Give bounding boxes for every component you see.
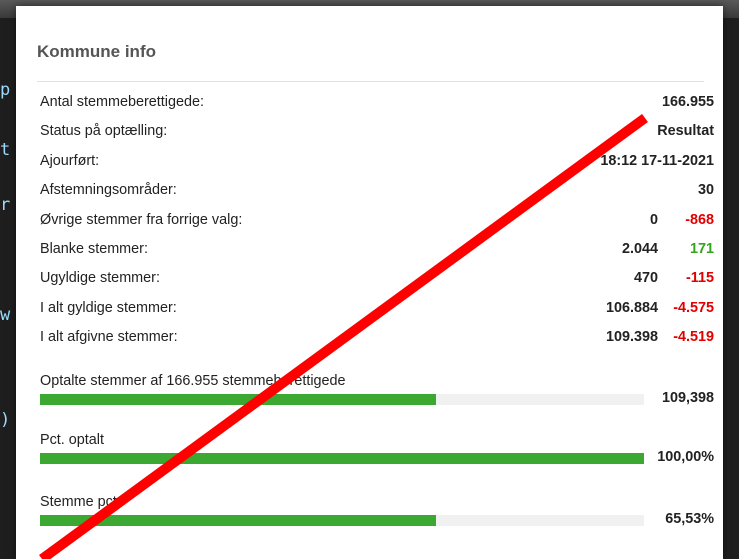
info-row: I alt afgivne stemmer: 109.398 -4.519 xyxy=(40,325,714,354)
info-row-change: -115 xyxy=(685,270,714,287)
kommune-info-panel: Kommune info Antal stemmeberettigede: 166… xyxy=(16,6,723,559)
info-row: Ajourført: 18:12 17-11-2021 xyxy=(40,149,714,178)
info-row: Antal stemmeberettigede: 166.955 xyxy=(40,90,714,119)
info-row-value: 2.044 xyxy=(621,240,658,257)
progress-turnout: Stemme pct. 65,53% xyxy=(40,494,714,527)
code-fragment: r xyxy=(0,195,11,215)
info-row: Blanke stemmer: 2.044 171 xyxy=(40,237,714,266)
info-row-label: I alt afgivne stemmer: xyxy=(40,329,178,346)
info-row-label: Øvrige stemmer fra forrige valg: xyxy=(40,211,243,228)
info-row-change: 171 xyxy=(689,240,714,257)
info-row-value: 109.398 xyxy=(605,329,658,346)
info-row-value: Resultat xyxy=(657,123,714,140)
progress-value: 109,398 xyxy=(661,390,714,406)
progress-track xyxy=(40,394,644,405)
progress-fill xyxy=(40,515,436,526)
info-row: Ugyldige stemmer: 470 -115 xyxy=(40,266,714,295)
info-row-value: 166.955 xyxy=(661,94,714,110)
progress-fill xyxy=(40,394,436,405)
code-fragment: w xyxy=(0,305,11,325)
info-row-label: Ajourført: xyxy=(40,152,100,169)
progress-track xyxy=(40,515,644,526)
progress-value: 100,00% xyxy=(657,449,714,465)
info-row: Status på optælling: Resultat xyxy=(40,119,714,148)
info-row: I alt gyldige stemmer: 106.884 -4.575 xyxy=(40,296,714,325)
info-row: Afstemningsområder: 30 xyxy=(40,178,714,207)
info-row-value: 30 xyxy=(697,182,714,199)
progress-pct-counted: Pct. optalt 100,00% xyxy=(40,432,714,465)
info-rows: Antal stemmeberettigede: 166.955 Status på… xyxy=(40,90,714,355)
info-row-value: 0 xyxy=(649,211,658,228)
info-row-label: Afstemningsområder: xyxy=(40,182,177,199)
code-fragment: p xyxy=(0,80,11,100)
info-row-value: 106.884 xyxy=(605,299,658,316)
progress-value: 65,53% xyxy=(665,511,714,527)
panel-title: Kommune info xyxy=(37,42,156,61)
info-row-value: 470 xyxy=(633,270,658,287)
info-row-label: Blanke stemmer: xyxy=(40,240,148,257)
progress-fill xyxy=(40,453,644,464)
info-row-label: Status på optælling: xyxy=(40,123,168,140)
code-fragment: ) xyxy=(0,410,11,430)
code-fragment: t xyxy=(0,140,11,160)
progress-counted-votes: Optalte stemmer af 166.955 stemmeberetti… xyxy=(40,373,714,406)
title-divider xyxy=(37,81,704,82)
progress-label: Optalte stemmer af 166.955 stemmeberetti… xyxy=(40,373,346,389)
info-row-value: 18:12 17-11-2021 xyxy=(600,152,714,169)
info-row-change: -4.519 xyxy=(673,329,714,346)
info-row-change: -868 xyxy=(685,211,714,228)
info-row-label: Ugyldige stemmer: xyxy=(40,270,160,287)
progress-label: Stemme pct. xyxy=(40,494,121,510)
background-code-editor-right xyxy=(723,18,739,559)
info-row-label: Antal stemmeberettigede: xyxy=(40,94,204,110)
info-row-label: I alt gyldige stemmer: xyxy=(40,299,177,316)
progress-label: Pct. optalt xyxy=(40,432,104,448)
info-row: Øvrige stemmer fra forrige valg: 0 -868 xyxy=(40,208,714,237)
progress-track xyxy=(40,453,644,464)
info-row-change: -4.575 xyxy=(673,299,714,316)
